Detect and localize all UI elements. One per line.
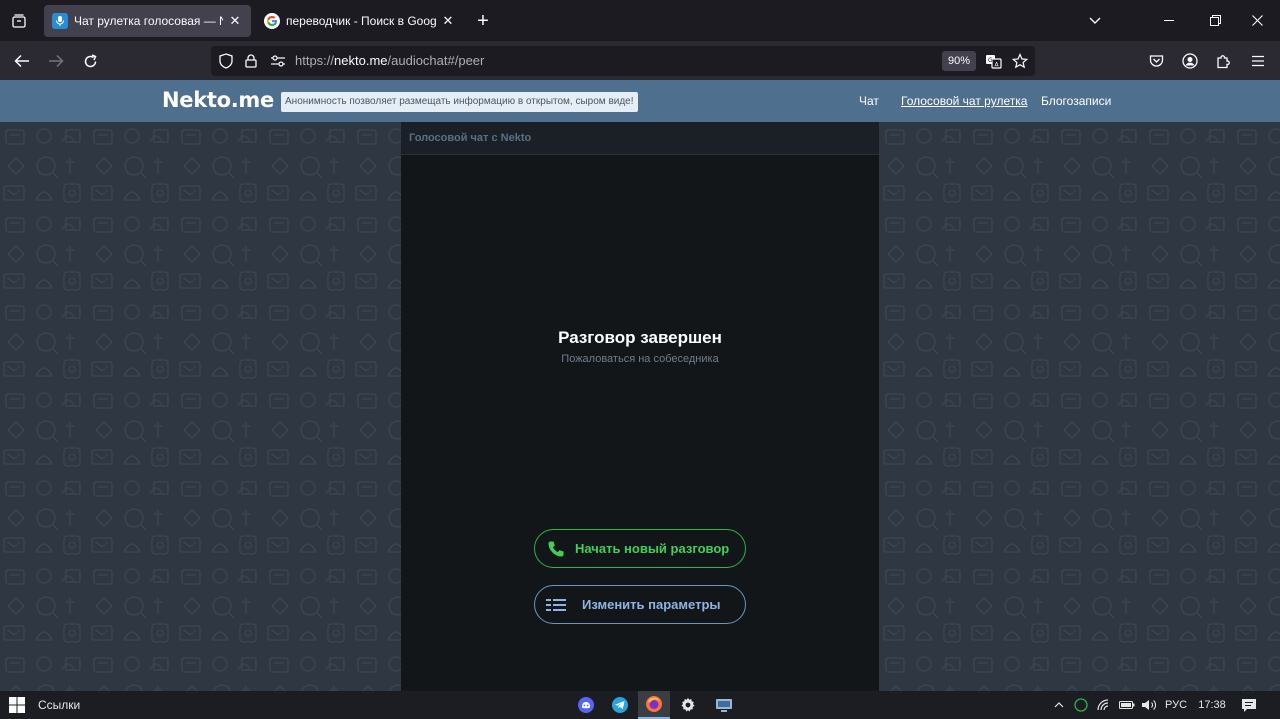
permissions-icon[interactable] — [269, 52, 287, 70]
minimize-icon[interactable] — [1146, 0, 1192, 41]
close-tab-icon[interactable]: ✕ — [227, 13, 243, 29]
start-new-chat-label: Начать новый разговор — [575, 541, 730, 556]
site-logo[interactable]: Nekto.me — [162, 88, 274, 112]
taskbar: Ссылки РУС 17:38 — [0, 691, 1280, 719]
nav-link-voice-chat[interactable]: Голосовой чат рулетка — [901, 94, 1027, 108]
tray-expand-icon[interactable] — [1050, 691, 1068, 719]
settings-list-icon — [545, 594, 567, 616]
notifications-icon[interactable] — [1238, 691, 1260, 719]
pocket-icon[interactable] — [1142, 47, 1170, 75]
tab-google[interactable]: переводчик - Поиск в Google ✕ — [256, 5, 464, 37]
clock[interactable]: 17:38 — [1196, 691, 1228, 719]
settings-gear-icon[interactable] — [672, 691, 704, 719]
volume-icon[interactable] — [1140, 691, 1158, 719]
menu-icon[interactable] — [1244, 47, 1272, 75]
windows-start-icon[interactable] — [8, 696, 26, 714]
forward-icon[interactable] — [42, 47, 70, 75]
nav-link-chat[interactable]: Чат — [859, 94, 879, 108]
report-user-link[interactable]: Пожаловаться на собеседника — [401, 353, 879, 365]
close-tab-icon[interactable]: ✕ — [440, 13, 456, 29]
svg-text:G: G — [988, 57, 993, 64]
browser-tabstrip: Чат рулетка голосовая — Nekto ✕ переводч… — [0, 0, 1280, 41]
close-window-icon[interactable] — [1234, 0, 1280, 41]
zoom-level[interactable]: 90% — [942, 51, 976, 71]
bookmark-star-icon[interactable] — [1011, 52, 1029, 70]
discord-icon[interactable] — [570, 691, 602, 719]
tab-nekto[interactable]: Чат рулетка голосовая — Nekto ✕ — [44, 5, 251, 37]
telegram-icon[interactable] — [604, 691, 636, 719]
change-settings-label: Изменить параметры — [582, 597, 721, 612]
browser-navbar: https://nekto.me/audiochat#/peer 90% GA — [0, 41, 1280, 80]
remote-desktop-icon[interactable] — [708, 691, 740, 719]
back-icon[interactable] — [8, 47, 36, 75]
input-language[interactable]: РУС — [1162, 691, 1190, 719]
translate-icon[interactable]: GA — [984, 52, 1002, 70]
site-tagline: Анонимность позволяет размещать информац… — [281, 92, 638, 112]
battery-icon[interactable] — [1118, 691, 1136, 719]
new-tab-icon[interactable]: + — [470, 8, 496, 34]
tab-title: переводчик - Поиск в Google — [286, 14, 436, 28]
tab-list-icon[interactable] — [6, 8, 32, 34]
conversation-ended-title: Разговор завершен — [558, 328, 722, 347]
reload-icon[interactable] — [76, 47, 104, 75]
chat-panel: Голосовой чат с Nekto Разговор завершен … — [401, 122, 879, 691]
tray-app-icon[interactable] — [1072, 691, 1090, 719]
url-bar[interactable]: https://nekto.me/audiochat#/peer 90% GA — [211, 46, 1035, 76]
extensions-icon[interactable] — [1210, 47, 1238, 75]
url-text[interactable]: https://nekto.me/audiochat#/peer — [295, 53, 484, 68]
microphone-favicon-icon — [52, 13, 68, 29]
lock-icon[interactable] — [242, 52, 260, 70]
wifi-icon[interactable] — [1096, 691, 1114, 719]
change-settings-button[interactable]: Изменить параметры — [534, 585, 746, 624]
account-icon[interactable] — [1176, 47, 1204, 75]
google-favicon-icon — [264, 13, 280, 29]
list-all-tabs-icon[interactable] — [1072, 0, 1118, 41]
taskbar-links-label[interactable]: Ссылки — [38, 698, 80, 712]
restore-icon[interactable] — [1192, 0, 1238, 41]
chat-header: Голосовой чат с Nekto — [401, 122, 879, 155]
shield-icon[interactable] — [217, 52, 235, 70]
phone-icon — [545, 538, 567, 560]
tab-title: Чат рулетка голосовая — Nekto — [74, 14, 223, 28]
chat-header-title: Голосовой чат с Nekto — [409, 132, 532, 144]
site-header: Nekto.me Анонимность позволяет размещать… — [0, 80, 1280, 122]
nav-link-blog[interactable]: Блогозаписи — [1041, 94, 1111, 108]
start-new-chat-button[interactable]: Начать новый разговор — [534, 529, 746, 568]
firefox-icon[interactable] — [638, 691, 670, 719]
